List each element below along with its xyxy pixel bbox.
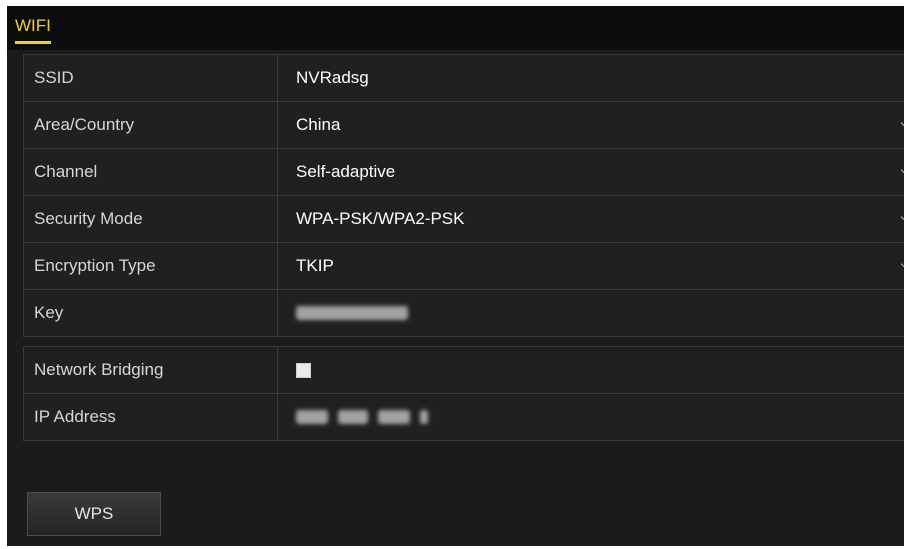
- network-bridging-checkbox[interactable]: [296, 362, 311, 378]
- security-mode-value: WPA-PSK/WPA2-PSK: [296, 209, 465, 228]
- key-label: Key: [24, 290, 278, 336]
- area-country-value: China: [296, 115, 341, 134]
- wps-button[interactable]: WPS: [27, 492, 161, 536]
- wifi-config-panel: SSID NVRadsg Area/Country China Channel …: [23, 54, 904, 337]
- security-mode-row: Security Mode WPA-PSK/WPA2-PSK: [24, 196, 904, 243]
- ip-octet-blur: [296, 410, 328, 424]
- tab-wifi[interactable]: WIFI: [15, 16, 51, 44]
- ip-address-masked-value: [296, 410, 428, 424]
- area-country-row: Area/Country China: [24, 102, 904, 149]
- key-field[interactable]: [278, 290, 904, 336]
- wifi-settings-screen: WIFI SSID NVRadsg Area/Country China Cha…: [7, 6, 904, 546]
- ip-address-field[interactable]: [278, 394, 904, 440]
- encryption-type-row: Encryption Type TKIP: [24, 243, 904, 290]
- security-mode-dropdown[interactable]: WPA-PSK/WPA2-PSK: [278, 196, 904, 242]
- key-masked-value: [296, 306, 408, 320]
- security-mode-label: Security Mode: [24, 196, 278, 242]
- ssid-label: SSID: [24, 55, 278, 101]
- network-bridging-row: Network Bridging: [24, 347, 904, 394]
- ip-octet-blur: [338, 410, 368, 424]
- ssid-row: SSID NVRadsg: [24, 55, 904, 102]
- channel-label: Channel: [24, 149, 278, 195]
- ip-address-label: IP Address: [24, 394, 278, 440]
- key-row: Key: [24, 290, 904, 336]
- network-bridging-cell: [278, 347, 904, 393]
- channel-dropdown[interactable]: Self-adaptive: [278, 149, 904, 195]
- encryption-type-value: TKIP: [296, 256, 334, 275]
- encryption-type-label: Encryption Type: [24, 243, 278, 289]
- network-bridging-panel: Network Bridging IP Address: [23, 346, 904, 441]
- channel-row: Channel Self-adaptive: [24, 149, 904, 196]
- network-bridging-label: Network Bridging: [24, 347, 278, 393]
- tab-bar: WIFI: [7, 6, 904, 50]
- area-country-dropdown[interactable]: China: [278, 102, 904, 148]
- channel-value: Self-adaptive: [296, 162, 396, 181]
- ssid-value: NVRadsg: [296, 68, 369, 87]
- ip-octet-blur: [420, 410, 428, 424]
- ip-octet-blur: [378, 410, 410, 424]
- ip-address-row: IP Address: [24, 394, 904, 440]
- area-country-label: Area/Country: [24, 102, 278, 148]
- ssid-field[interactable]: NVRadsg: [278, 55, 904, 101]
- encryption-type-dropdown[interactable]: TKIP: [278, 243, 904, 289]
